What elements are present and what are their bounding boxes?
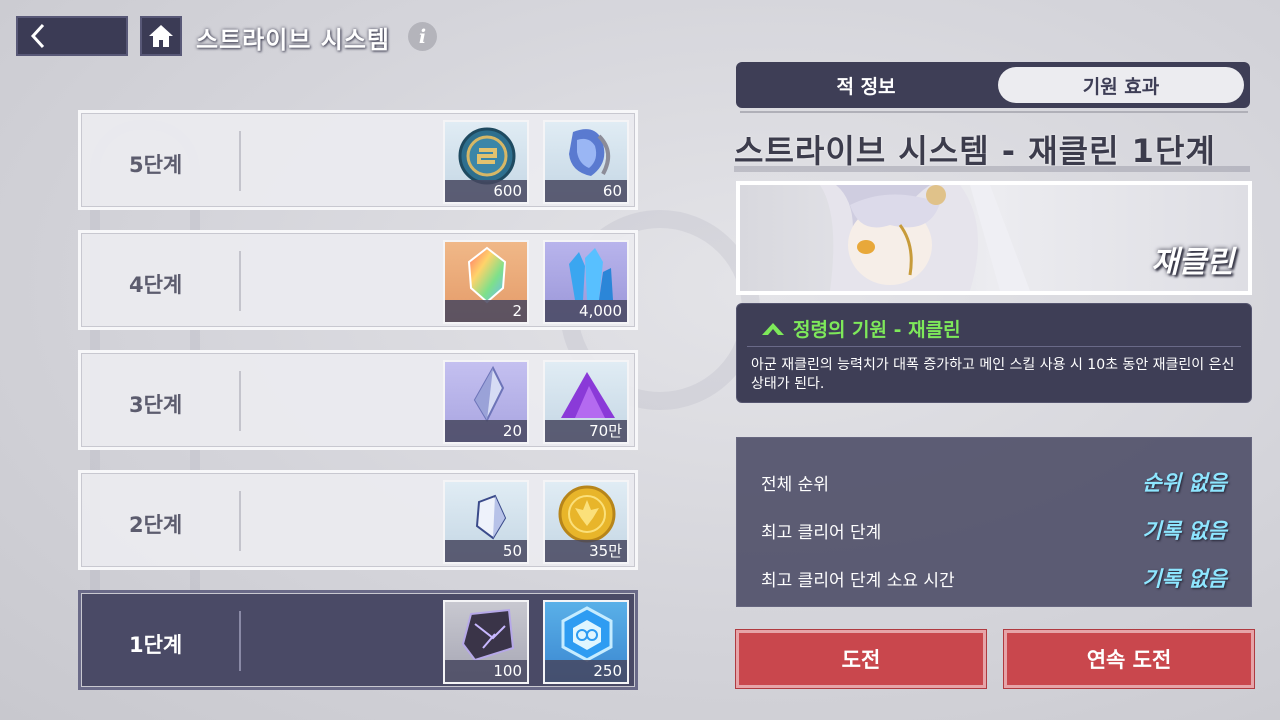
record-stats-panel: 전체 순위 순위 없음 최고 클리어 단계 기록 없음 최고 클리어 단계 소요… (736, 437, 1252, 607)
reward-slot[interactable]: 50 (443, 480, 529, 564)
reward-count: 4,000 (545, 300, 627, 322)
stat-row-best-time: 최고 클리어 단계 소요 시간 기록 없음 (761, 563, 1227, 593)
reward-count: 250 (545, 660, 627, 682)
reward-count: 2 (445, 300, 527, 322)
stage-label: 4단계 (129, 273, 183, 297)
divider (747, 346, 1241, 347)
chevron-up-icon (762, 322, 784, 335)
divider (239, 251, 241, 311)
reward-slot[interactable]: 2 (443, 240, 529, 324)
stat-label: 전체 순위 (761, 474, 829, 495)
info-icon[interactable]: i (408, 22, 437, 51)
stage-label: 3단계 (129, 393, 183, 417)
dark-cube-icon (461, 608, 515, 662)
reward-count: 20 (445, 420, 527, 442)
stage-heading: 스트라이브 시스템 - 재클린 1단계 (734, 132, 1216, 170)
white-gem-icon (475, 494, 507, 540)
stat-value: 기록 없음 (1142, 567, 1227, 591)
gold-coin-icon (558, 485, 616, 543)
divider (239, 491, 241, 551)
reward-slot[interactable]: 250 (543, 600, 629, 684)
stat-value: 기록 없음 (1142, 519, 1227, 543)
reward-slot[interactable]: 20 (443, 360, 529, 444)
reward-count: 600 (445, 180, 527, 202)
reward-slot[interactable]: 600 (443, 120, 529, 204)
stage-row-1[interactable]: 1단계 100 250 (78, 590, 638, 690)
reward-count: 50 (445, 540, 527, 562)
character-portrait: 재클린 (736, 181, 1252, 295)
back-button[interactable] (16, 16, 128, 56)
stage-label: 1단계 (129, 633, 183, 657)
purple-powder-icon (561, 372, 615, 418)
coin-emblem-icon (458, 127, 516, 185)
page-title: 스트라이브 시스템 (196, 26, 390, 54)
stage-row-2[interactable]: 2단계 50 35만 (78, 470, 638, 570)
stat-label: 최고 클리어 단계 (761, 522, 882, 543)
divider (239, 611, 241, 671)
stat-row-rank: 전체 순위 순위 없음 (761, 467, 1227, 497)
reward-slot[interactable]: 60 (543, 120, 629, 204)
tab-origin-effect[interactable]: 기원 효과 (998, 67, 1244, 103)
silver-gem-icon (473, 365, 505, 423)
divider (239, 371, 241, 431)
potion-flask-icon (569, 129, 611, 176)
rainbow-crystal-icon (467, 246, 507, 304)
challenge-button[interactable]: 도전 (736, 630, 986, 688)
origin-title-row: 정령의 기원 - 재클린 (761, 315, 961, 342)
tab-enemy-info[interactable]: 적 정보 (736, 62, 996, 108)
home-button[interactable] (140, 16, 182, 56)
hex-crystal-icon (561, 606, 613, 662)
reward-count: 100 (445, 660, 527, 682)
stage-label: 2단계 (129, 513, 183, 537)
home-icon (149, 25, 173, 47)
reward-slot[interactable]: 70만 (543, 360, 629, 444)
stage-label: 5단계 (129, 153, 183, 177)
chevron-left-icon (30, 23, 45, 49)
origin-description: 아군 재클린의 능력치가 대폭 증가하고 메인 스킬 사용 시 10초 동안 재… (751, 357, 1235, 392)
reward-slot[interactable]: 35만 (543, 480, 629, 564)
reward-slot[interactable]: 100 (443, 600, 529, 684)
character-name: 재클린 (1151, 245, 1234, 280)
tab-bar: 적 정보 기원 효과 (736, 62, 1250, 108)
divider (239, 131, 241, 191)
stat-row-best-stage: 최고 클리어 단계 기록 없음 (761, 515, 1227, 545)
repeat-challenge-button[interactable]: 연속 도전 (1004, 630, 1254, 688)
stage-row-4[interactable]: 4단계 2 4,000 (78, 230, 638, 330)
stat-value: 순위 없음 (1142, 471, 1227, 495)
divider (740, 111, 1248, 113)
stage-row-3[interactable]: 3단계 20 70만 (78, 350, 638, 450)
origin-effect-box: 정령의 기원 - 재클린 아군 재클린의 능력치가 대폭 증가하고 메인 스킬 … (736, 303, 1252, 403)
reward-count: 70만 (545, 420, 627, 442)
reward-count: 60 (545, 180, 627, 202)
blue-crystal-icon (569, 248, 613, 300)
stat-label: 최고 클리어 단계 소요 시간 (761, 570, 955, 591)
origin-title: 정령의 기원 - 재클린 (793, 319, 961, 341)
reward-slot[interactable]: 4,000 (543, 240, 629, 324)
reward-count: 35만 (545, 540, 627, 562)
stage-row-5[interactable]: 5단계 600 60 (78, 110, 638, 210)
